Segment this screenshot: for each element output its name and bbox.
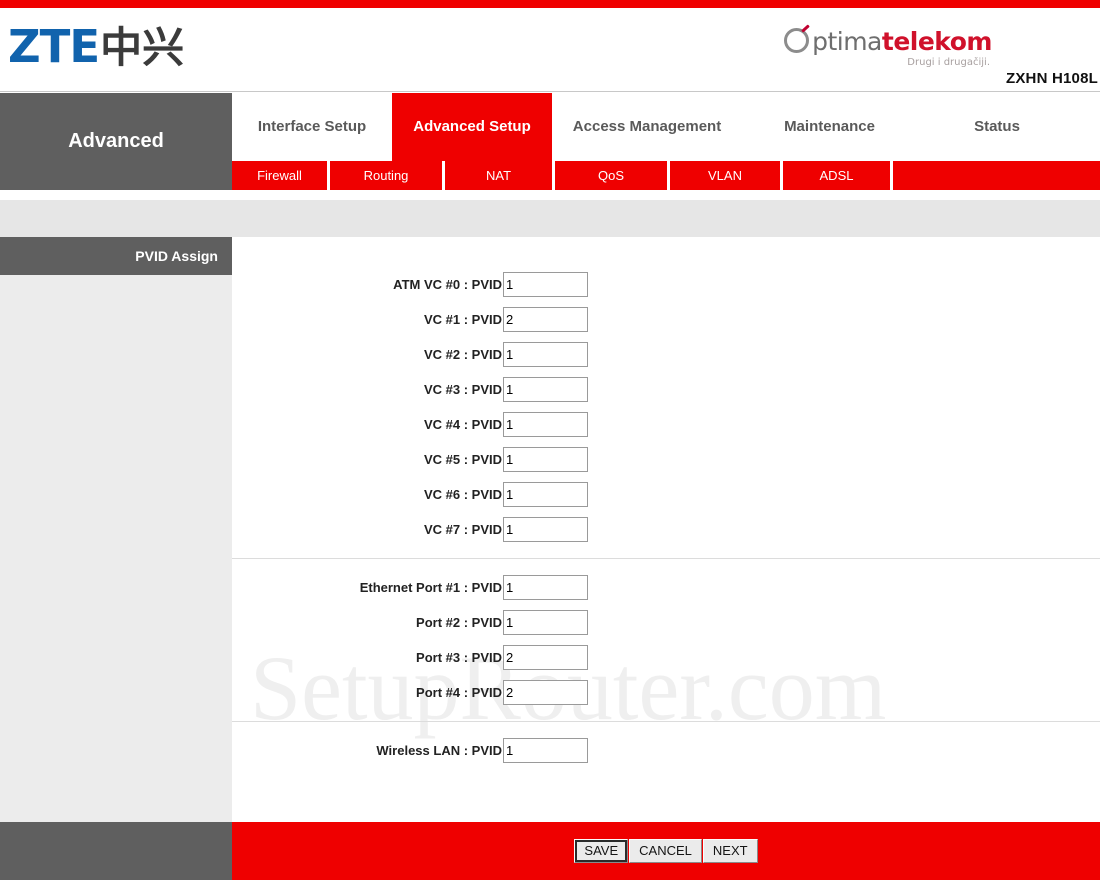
pvid-field-row: VC #7 : PVID bbox=[232, 512, 1100, 547]
pvid-field-row: Port #3 : PVID bbox=[232, 640, 1100, 675]
pvid-field-row: Port #2 : PVID bbox=[232, 605, 1100, 640]
action-button-group: SAVE CANCEL NEXT bbox=[574, 839, 758, 863]
sub-tab-firewall[interactable]: Firewall bbox=[232, 161, 330, 190]
zte-logo: ZTE 中兴 bbox=[8, 24, 184, 69]
main-tab-access-management[interactable]: Access Management bbox=[552, 93, 742, 161]
page-header: ZTE 中兴 ptima telekom Drugi i drugačiji. … bbox=[0, 8, 1100, 92]
optima-logo-row: ptima telekom bbox=[784, 24, 993, 56]
sub-tab-adsl[interactable]: ADSL bbox=[783, 161, 893, 190]
pvid-input[interactable] bbox=[503, 272, 588, 297]
sub-tab-bar: Firewall Routing NAT QoS VLAN ADSL bbox=[232, 161, 1100, 190]
sub-tab-nat[interactable]: NAT bbox=[445, 161, 555, 190]
pvid-field-label: Port #3 : PVID bbox=[416, 650, 502, 665]
pvid-input[interactable] bbox=[503, 575, 588, 600]
sub-tab-bar-filler bbox=[893, 161, 1100, 190]
sidebar-panel-header: PVID Assign bbox=[0, 237, 232, 275]
pvid-form: ATM VC #0 : PVID VC #1 : PVID VC #2 : PVID… bbox=[232, 237, 1100, 768]
pvid-field-row: ATM VC #0 : PVID bbox=[232, 267, 1100, 302]
router-admin-page: ZTE 中兴 ptima telekom Drugi i drugačiji. … bbox=[0, 0, 1100, 880]
zte-logo-text: ZTE bbox=[8, 20, 100, 73]
pvid-field-label: VC #4 : PVID bbox=[423, 417, 502, 432]
main-tab-interface-setup[interactable]: Interface Setup bbox=[232, 93, 392, 161]
pvid-input[interactable] bbox=[503, 610, 588, 635]
next-button[interactable]: NEXT bbox=[702, 839, 758, 863]
zte-logo-chinese: 中兴 bbox=[100, 23, 185, 72]
pvid-input[interactable] bbox=[503, 447, 588, 472]
optima-wordmark: ptima bbox=[812, 27, 882, 56]
sub-tab-qos[interactable]: QoS bbox=[555, 161, 670, 190]
pvid-input[interactable] bbox=[503, 517, 588, 542]
optima-tagline: Drugi i drugačiji. bbox=[907, 57, 990, 68]
pvid-field-row: VC #4 : PVID bbox=[232, 407, 1100, 442]
sidebar-panel-title: PVID Assign bbox=[135, 248, 218, 264]
pvid-input[interactable] bbox=[503, 307, 588, 332]
separator-band-fill bbox=[0, 200, 1100, 237]
sub-tab-vlan[interactable]: VLAN bbox=[670, 161, 783, 190]
pvid-field-row: Port #4 : PVID bbox=[232, 675, 1100, 710]
pvid-input[interactable] bbox=[503, 412, 588, 437]
pvid-input[interactable] bbox=[503, 342, 588, 367]
sub-tab-routing[interactable]: Routing bbox=[330, 161, 445, 190]
pvid-input[interactable] bbox=[503, 645, 588, 670]
pvid-field-label: VC #2 : PVID bbox=[423, 347, 502, 362]
footer-action-bar: SAVE CANCEL NEXT bbox=[232, 822, 1100, 880]
page-footer: SAVE CANCEL NEXT bbox=[0, 822, 1100, 880]
navigation-area: Advanced Interface Setup Advanced Setup Ac… bbox=[0, 93, 1100, 190]
section-title-block: Advanced bbox=[0, 93, 232, 190]
pvid-field-label: Wireless LAN : PVID bbox=[376, 743, 502, 758]
footer-sidebar-fill bbox=[0, 822, 232, 880]
pvid-field-label: ATM VC #0 : PVID bbox=[393, 277, 502, 292]
pvid-field-label: Port #2 : PVID bbox=[416, 615, 502, 630]
pvid-field-row: VC #2 : PVID bbox=[232, 337, 1100, 372]
pvid-field-row: VC #5 : PVID bbox=[232, 442, 1100, 477]
main-tab-advanced-setup[interactable]: Advanced Setup bbox=[392, 93, 552, 161]
pvid-input[interactable] bbox=[503, 377, 588, 402]
cancel-button[interactable]: CANCEL bbox=[629, 839, 702, 863]
pvid-input[interactable] bbox=[503, 738, 588, 763]
field-group-divider bbox=[232, 558, 1100, 559]
telekom-wordmark: telekom bbox=[881, 27, 993, 56]
pvid-field-label: VC #1 : PVID bbox=[423, 312, 502, 327]
separator-band bbox=[0, 190, 1100, 237]
pvid-field-row: VC #3 : PVID bbox=[232, 372, 1100, 407]
pvid-field-row: VC #6 : PVID bbox=[232, 477, 1100, 512]
page-body: PVID Assign SetupRouter.com ATM VC #0 : … bbox=[0, 237, 1100, 822]
main-tab-maintenance[interactable]: Maintenance bbox=[742, 93, 917, 161]
pvid-field-row: VC #1 : PVID bbox=[232, 302, 1100, 337]
pvid-input[interactable] bbox=[503, 680, 588, 705]
section-title: Advanced bbox=[68, 130, 164, 152]
optima-circle-icon bbox=[784, 24, 811, 55]
pvid-field-label: Port #4 : PVID bbox=[416, 685, 502, 700]
main-tab-bar: Interface Setup Advanced Setup Access Mana… bbox=[232, 93, 1100, 161]
pvid-field-label: Ethernet Port #1 : PVID bbox=[359, 580, 502, 595]
field-group-divider bbox=[232, 721, 1100, 722]
sidebar: PVID Assign bbox=[0, 237, 232, 822]
pvid-input[interactable] bbox=[503, 482, 588, 507]
main-tab-status[interactable]: Status bbox=[917, 93, 1077, 161]
router-model-name: ZXHN H108L bbox=[1005, 70, 1098, 87]
pvid-field-label: VC #5 : PVID bbox=[423, 452, 502, 467]
pvid-field-label: VC #7 : PVID bbox=[423, 522, 502, 537]
pvid-field-row: Ethernet Port #1 : PVID bbox=[232, 570, 1100, 605]
save-button[interactable]: SAVE bbox=[574, 839, 629, 863]
pvid-field-label: VC #3 : PVID bbox=[423, 382, 502, 397]
optima-telekom-logo: ptima telekom Drugi i drugačiji. bbox=[784, 24, 993, 68]
content-panel: SetupRouter.com ATM VC #0 : PVIDVC #1 : … bbox=[232, 237, 1100, 822]
pvid-field-label: VC #6 : PVID bbox=[423, 487, 502, 502]
pvid-field-row: Wireless LAN : PVID bbox=[232, 733, 1100, 768]
top-accent-bar bbox=[0, 0, 1100, 8]
